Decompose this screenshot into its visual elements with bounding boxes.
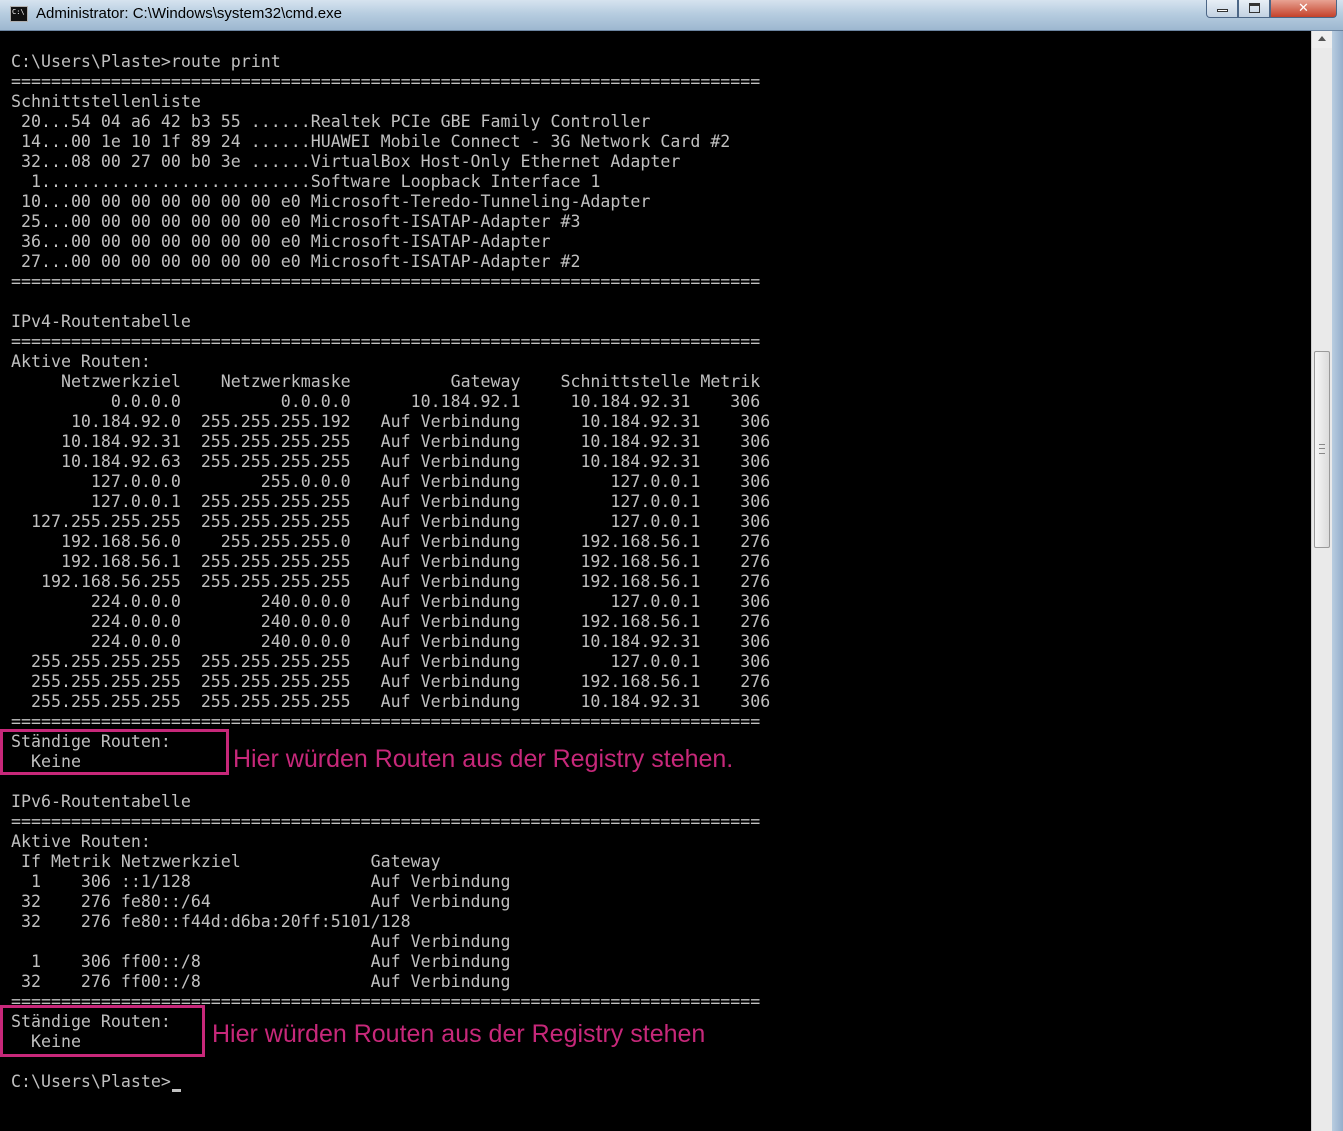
console-line: Aktive Routen: — [11, 352, 151, 371]
console-line: 192.168.56.0 255.255.255.0 Auf Verbindun… — [11, 532, 771, 551]
console-line: 10.184.92.31 255.255.255.255 Auf Verbind… — [11, 432, 771, 451]
vertical-scrollbar[interactable] — [1311, 31, 1332, 1131]
console-line: Aktive Routen: — [11, 832, 151, 851]
console-line: 36...00 00 00 00 00 00 00 e0 Microsoft-I… — [11, 232, 551, 251]
console-line: 10.184.92.63 255.255.255.255 Auf Verbind… — [11, 452, 771, 471]
console-line: 0.0.0.0 0.0.0.0 10.184.92.1 10.184.92.31… — [11, 392, 761, 411]
console-line: 255.255.255.255 255.255.255.255 Auf Verb… — [11, 652, 771, 671]
console-line: 255.255.255.255 255.255.255.255 Auf Verb… — [11, 692, 771, 711]
console-line: ========================================… — [11, 332, 761, 351]
window-title: Administrator: C:\Windows\system32\cmd.e… — [36, 5, 342, 22]
console-line: 1 306 ::1/128 Auf Verbindung — [11, 872, 511, 891]
console-line: 32...08 00 27 00 b0 3e ......VirtualBox … — [11, 152, 681, 171]
highlight-box-ipv4-persistent-routes — [0, 729, 229, 775]
arrow-up-icon — [1318, 36, 1326, 41]
console-line: Auf Verbindung — [11, 932, 511, 951]
console-line: 224.0.0.0 240.0.0.0 Auf Verbindung 192.1… — [11, 612, 771, 631]
window-border — [1332, 31, 1343, 1131]
console-line: If Metrik Netzwerkziel Gateway — [11, 852, 441, 871]
console-line: 127.0.0.0 255.0.0.0 Auf Verbindung 127.0… — [11, 472, 771, 491]
console-line: 127.255.255.255 255.255.255.255 Auf Verb… — [11, 512, 771, 531]
console-line: IPv4-Routentabelle — [11, 312, 191, 331]
console-text: C:\Users\Plaste>route print ============… — [11, 52, 770, 1092]
annotation-ipv4-note: Hier würden Routen aus der Registry steh… — [233, 745, 734, 773]
console-line: 224.0.0.0 240.0.0.0 Auf Verbindung 10.18… — [11, 632, 771, 651]
highlight-box-ipv6-persistent-routes — [0, 1005, 205, 1057]
grip-icon — [1319, 444, 1325, 454]
scroll-up-button[interactable] — [1312, 31, 1332, 48]
console-output-area[interactable]: C:\Users\Plaste>route print ============… — [0, 31, 1311, 1131]
cmd-window: Administrator: C:\Windows\system32\cmd.e… — [0, 0, 1343, 1131]
scrollbar-thumb[interactable] — [1314, 351, 1330, 548]
console-line: 224.0.0.0 240.0.0.0 Auf Verbindung 127.0… — [11, 592, 771, 611]
title-bar[interactable]: Administrator: C:\Windows\system32\cmd.e… — [0, 0, 1343, 31]
annotation-ipv6-note: Hier würden Routen aus der Registry steh… — [212, 1020, 706, 1048]
console-line: C:\Users\Plaste> — [11, 1072, 171, 1091]
close-icon: ✕ — [1298, 1, 1309, 16]
console-line: 10...00 00 00 00 00 00 00 e0 Microsoft-T… — [11, 192, 651, 211]
console-line: 14...00 1e 10 1f 89 24 ......HUAWEI Mobi… — [11, 132, 731, 151]
close-button[interactable]: ✕ — [1270, 0, 1337, 18]
console-line: 32 276 ff00::/8 Auf Verbindung — [11, 972, 511, 991]
console-line: 127.0.0.1 255.255.255.255 Auf Verbindung… — [11, 492, 771, 511]
console-line: 10.184.92.0 255.255.255.192 Auf Verbindu… — [11, 412, 771, 431]
console-line: Schnittstellenliste — [11, 92, 201, 111]
maximize-button[interactable] — [1238, 0, 1270, 18]
cmd-app-icon[interactable] — [10, 6, 28, 22]
console-line: Netzwerkziel Netzwerkmaske Gateway Schni… — [11, 372, 761, 391]
console-line: IPv6-Routentabelle — [11, 792, 191, 811]
console-line: 32 276 fe80::/64 Auf Verbindung — [11, 892, 511, 911]
console-line: 25...00 00 00 00 00 00 00 e0 Microsoft-I… — [11, 212, 581, 231]
console-line: 192.168.56.255 255.255.255.255 Auf Verbi… — [11, 572, 771, 591]
maximize-icon — [1249, 3, 1260, 13]
console-line: 1 306 ff00::/8 Auf Verbindung — [11, 952, 511, 971]
minimize-button[interactable] — [1206, 0, 1238, 18]
minimize-icon — [1217, 9, 1228, 12]
text-cursor — [172, 1089, 181, 1092]
console-line: 20...54 04 a6 42 b3 55 ......Realtek PCI… — [11, 112, 651, 131]
console-line: 27...00 00 00 00 00 00 00 e0 Microsoft-I… — [11, 252, 581, 271]
console-line: ========================================… — [11, 272, 761, 291]
console-line: 32 276 fe80::f44d:d6ba:20ff:5101/128 — [11, 912, 411, 931]
console-line: ========================================… — [11, 72, 761, 91]
console-line: 192.168.56.1 255.255.255.255 Auf Verbind… — [11, 552, 771, 571]
console-line: C:\Users\Plaste>route print — [11, 52, 281, 71]
console-line: 255.255.255.255 255.255.255.255 Auf Verb… — [11, 672, 771, 691]
console-line: 1...........................Software Loo… — [11, 172, 601, 191]
console-line: ========================================… — [11, 812, 761, 831]
